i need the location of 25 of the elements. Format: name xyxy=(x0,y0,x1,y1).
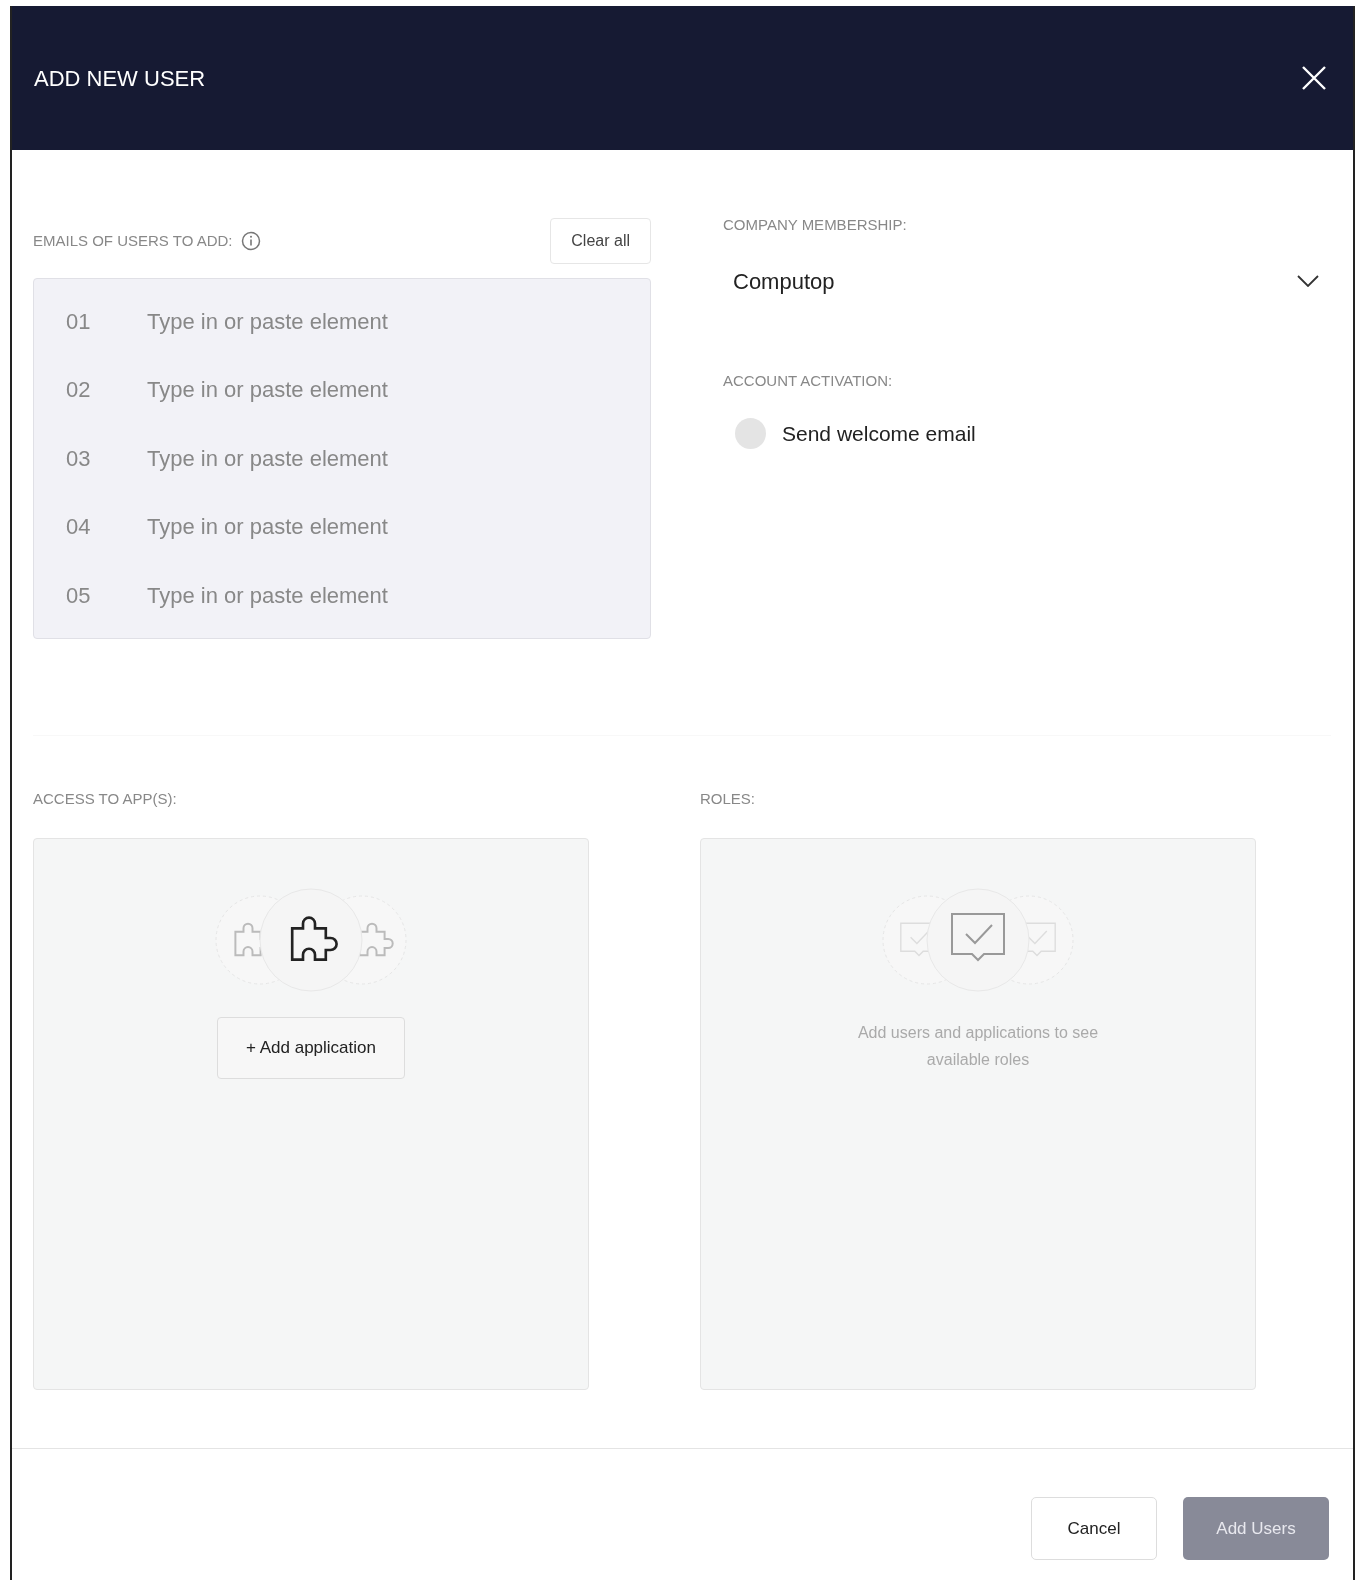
company-select[interactable]: Computop xyxy=(723,264,1331,298)
row-number: 01 xyxy=(65,307,92,336)
email-input-field[interactable]: Type in or paste element xyxy=(147,578,650,612)
clear-all-button[interactable]: Clear all xyxy=(550,218,651,264)
field-label: ROLES: xyxy=(700,788,757,809)
email-input-field[interactable]: Type in or paste element xyxy=(147,441,650,475)
row-number: 03 xyxy=(65,444,92,473)
field-label: COMPANY MEMBERSHIP: xyxy=(723,215,908,235)
email-input-field[interactable]: Type in or paste element xyxy=(147,373,650,407)
chevron-down-icon xyxy=(1297,275,1319,287)
row-number: 05 xyxy=(65,581,92,610)
empty-roles-message: Add users and applications to see available roles xyxy=(856,1023,1100,1070)
add-application-button[interactable]: + Add application xyxy=(217,1017,405,1079)
option-label: Send welcome email xyxy=(782,421,976,447)
welcome-email-checkbox[interactable] xyxy=(735,418,766,450)
email-input-field[interactable]: Type in or paste element xyxy=(147,510,650,544)
window-title: ADD NEW USER xyxy=(34,64,206,93)
field-label: ACCOUNT ACTIVATION: xyxy=(723,370,894,391)
email-input-field[interactable]: Type in or paste element xyxy=(147,304,650,338)
info-icon[interactable] xyxy=(240,231,261,251)
field-label: EMAILS OF USERS TO ADD: xyxy=(33,230,233,251)
cancel-button[interactable]: Cancel xyxy=(1031,1497,1157,1560)
field-label: ACCESS TO APP(S): xyxy=(33,788,178,809)
row-number: 04 xyxy=(65,513,92,542)
row-number: 02 xyxy=(65,376,92,405)
